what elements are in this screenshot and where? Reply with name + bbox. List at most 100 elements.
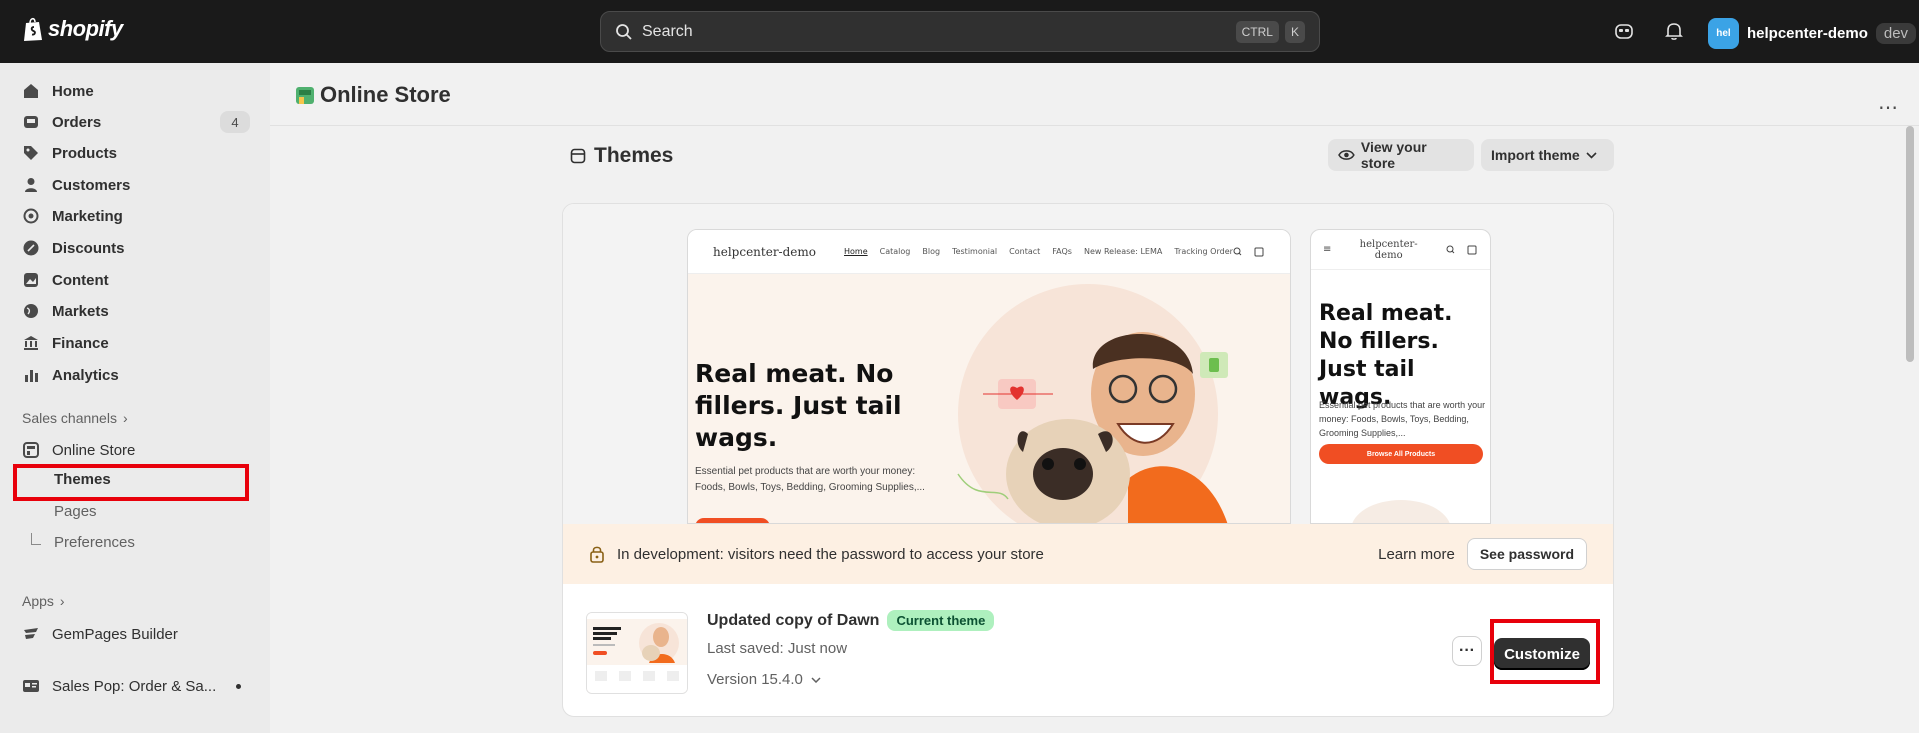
sidebar-item-label: Home — [52, 82, 94, 100]
themes-heading: Themes — [570, 144, 673, 168]
preview-nav-link: Catalog — [879, 247, 911, 256]
store-icon — [23, 442, 39, 458]
preview-nav-link: Blog — [922, 247, 941, 256]
view-store-button[interactable]: View your store — [1328, 139, 1474, 171]
sidebar: Home Orders 4 Products Customers Marketi… — [0, 63, 270, 733]
online-store-icon — [296, 87, 314, 104]
sidebar-item-label: Orders — [52, 113, 102, 131]
theme-actions-button[interactable]: ··· — [1452, 636, 1482, 666]
preview-search-cart-icon — [1233, 247, 1264, 256]
theme-preview[interactable]: helpcenter-demo Home Catalog Blog Testim… — [563, 204, 1613, 524]
eye-icon — [1338, 150, 1355, 160]
page-header: Online Store ⋯ — [270, 63, 1919, 126]
themes-highlight-box — [13, 464, 249, 501]
sidebar-item-finance[interactable]: Finance — [22, 331, 109, 355]
sidebar-item-label: GemPages Builder — [52, 625, 178, 643]
current-theme-row: Updated copy of Dawn Current theme Last … — [563, 584, 1613, 716]
page-title-text: Online Store — [320, 82, 451, 107]
preview-mobile-brand: helpcenter-demo — [1359, 238, 1418, 261]
sidekick-icon[interactable] — [1614, 21, 1634, 41]
sales-channels-heading[interactable]: Sales channels › — [22, 410, 128, 426]
sales-pop-icon — [23, 680, 39, 692]
preview-mobile-decoration — [1351, 500, 1451, 523]
theme-version-text: Version 15.4.0 — [707, 671, 803, 688]
desktop-preview: helpcenter-demo Home Catalog Blog Testim… — [687, 229, 1291, 524]
account-tag: dev — [1875, 23, 1917, 44]
search-bar[interactable]: Search CTRL K — [600, 11, 1320, 52]
chevron-right-icon: › — [59, 593, 65, 609]
sidebar-item-pages[interactable]: Pages — [54, 503, 97, 520]
sidebar-item-marketing[interactable]: Marketing — [22, 204, 123, 228]
development-message: In development: visitors need the passwo… — [617, 545, 1044, 563]
preview-mobile-nav: ≡ helpcenter-demo — [1311, 230, 1490, 270]
themes-heading-text: Themes — [594, 144, 674, 167]
sidebar-item-orders[interactable]: Orders — [22, 110, 101, 134]
sidebar-item-content[interactable]: Content — [22, 268, 109, 292]
theme-thumbnail[interactable] — [586, 612, 688, 694]
preview-mobile-body: Essential pet products that are worth yo… — [1319, 400, 1486, 438]
sidebar-item-label: Products — [52, 144, 118, 162]
bell-icon[interactable] — [1664, 21, 1684, 41]
theme-version-dropdown[interactable]: Version 15.4.0 — [707, 671, 821, 688]
theme-name: Updated copy of Dawn Current theme — [707, 610, 995, 631]
sidebar-item-preferences[interactable]: Preferences — [54, 534, 135, 551]
sidebar-item-analytics[interactable]: Analytics — [22, 363, 119, 387]
sidebar-item-discounts[interactable]: Discounts — [22, 236, 125, 260]
sidebar-item-sales-pop[interactable]: Sales Pop: Order & Sa... — [22, 674, 216, 698]
sidebar-item-markets[interactable]: Markets — [22, 299, 109, 323]
sidebar-item-label: Discounts — [52, 239, 125, 257]
preview-nav-link: New Release: LEMA — [1083, 247, 1163, 256]
sidebar-item-label: Sales Pop: Order & Sa... — [52, 677, 217, 695]
learn-more-link[interactable]: Learn more — [1378, 546, 1455, 563]
sidebar-item-customers[interactable]: Customers — [22, 173, 130, 197]
content-icon — [24, 273, 38, 287]
preview-hero-body: Essential pet products that are worth yo… — [695, 466, 925, 493]
chevron-right-icon: › — [122, 410, 128, 426]
globe-icon — [24, 304, 38, 318]
more-horizontal-icon: ··· — [1459, 642, 1475, 659]
page-title: Online Store — [294, 82, 451, 108]
sidebar-item-label: Analytics — [52, 366, 119, 384]
sidebar-item-label: Customers — [52, 176, 131, 194]
chevron-down-icon — [1586, 151, 1597, 159]
target-icon — [23, 208, 39, 224]
last-saved-text: Last saved: Just now — [707, 640, 848, 657]
sidebar-item-label: Content — [52, 271, 109, 289]
sidebar-item-online-store[interactable]: Online Store — [22, 438, 135, 462]
shortcut-key-ctrl: CTRL — [1235, 20, 1279, 43]
shortcut-key-k: K — [1284, 20, 1305, 43]
tree-connector — [31, 533, 41, 545]
apps-label: Apps — [22, 593, 54, 609]
development-banner: In development: visitors need the passwo… — [563, 524, 1613, 584]
search-placeholder: Search — [642, 22, 693, 40]
sidebar-item-home[interactable]: Home — [22, 79, 94, 103]
preview-nav-link: Testimonial — [952, 247, 998, 256]
more-actions-icon[interactable]: ⋯ — [1878, 95, 1898, 120]
scrollbar[interactable] — [1906, 126, 1914, 362]
account-name: helpcenter-demo — [1747, 25, 1868, 42]
account-menu[interactable]: hel helpcenter-demo dev — [1708, 18, 1917, 49]
customize-highlight-box — [1490, 619, 1600, 684]
preview-nav-link: FAQs — [1052, 247, 1072, 256]
import-theme-button[interactable]: Import theme — [1481, 139, 1614, 171]
current-theme-badge: Current theme — [887, 610, 995, 631]
shopify-logo[interactable]: shopify — [22, 16, 123, 42]
theme-name-text: Updated copy of Dawn — [707, 611, 880, 629]
sidebar-item-products[interactable]: Products — [22, 141, 117, 165]
avatar: hel — [1708, 18, 1739, 49]
see-password-button[interactable]: See password — [1466, 538, 1587, 570]
theme-icon — [570, 148, 586, 164]
search-icon — [616, 23, 632, 40]
preview-hero: Real meat. No fillers. Just tail wags. E… — [688, 274, 1290, 523]
sales-channels-label: Sales channels — [22, 410, 117, 426]
preview-nav-link: Home — [844, 247, 868, 256]
apps-heading[interactable]: Apps › — [22, 593, 65, 609]
mobile-preview: ≡ helpcenter-demo Real meat. No fillers.… — [1310, 229, 1491, 524]
top-bar: shopify Search CTRL K hel helpcenter-dem… — [0, 0, 1919, 63]
view-store-label: View your store — [1360, 139, 1427, 171]
lock-icon — [590, 546, 604, 563]
sidebar-item-gempages[interactable]: GemPages Builder — [22, 622, 178, 646]
preview-store-nav: helpcenter-demo Home Catalog Blog Testim… — [688, 230, 1290, 274]
sidebar-item-label: Finance — [52, 334, 109, 352]
person-icon — [25, 178, 37, 192]
